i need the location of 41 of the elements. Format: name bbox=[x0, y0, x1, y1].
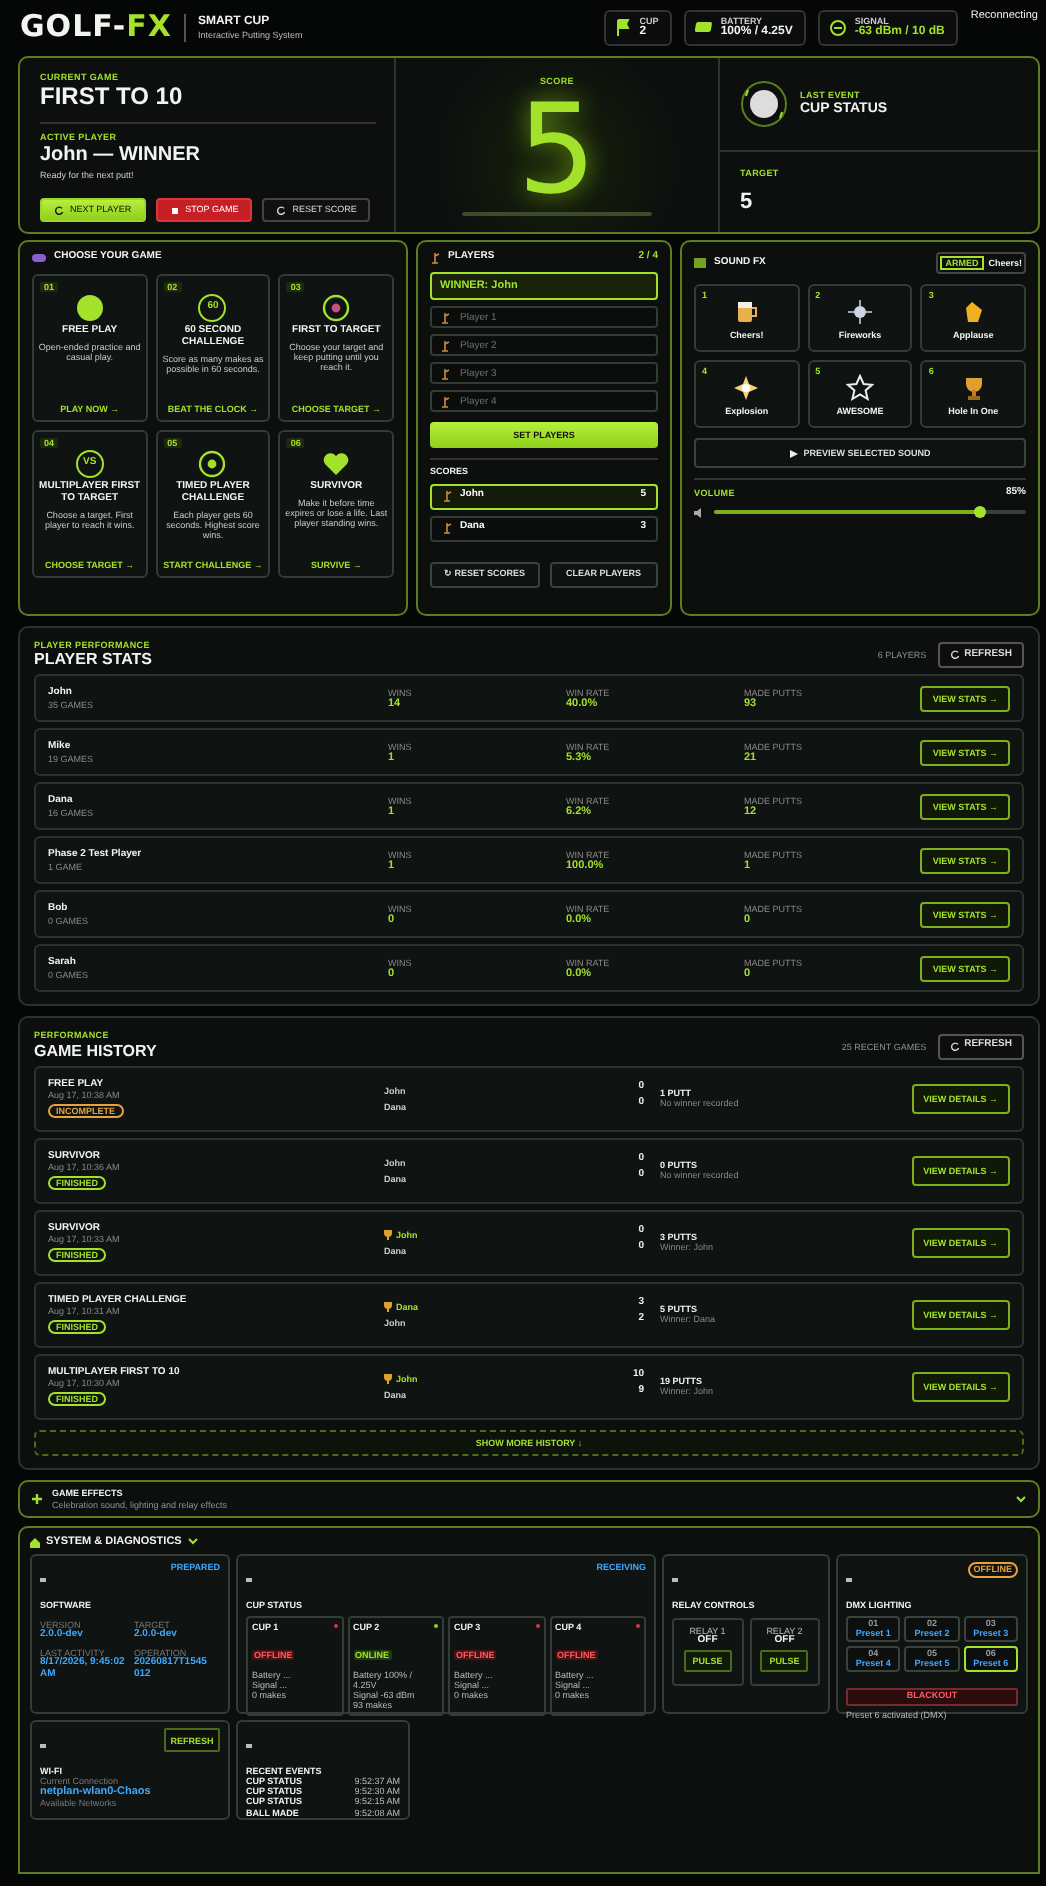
section-title: PLAYER STATS bbox=[34, 650, 152, 669]
refresh-icon bbox=[54, 205, 64, 215]
slider-thumb[interactable] bbox=[973, 506, 986, 519]
golfer-icon bbox=[440, 395, 450, 407]
signal-icon bbox=[828, 18, 849, 38]
gamepad-icon bbox=[32, 252, 46, 264]
golfer-icon bbox=[442, 522, 452, 535]
burst-icon bbox=[845, 297, 874, 326]
battery-icon bbox=[694, 18, 715, 38]
trophy-icon bbox=[384, 1373, 392, 1384]
golfer-icon bbox=[442, 490, 452, 503]
mug-icon bbox=[732, 297, 761, 326]
speaker-grid-icon bbox=[694, 258, 706, 269]
flag-icon bbox=[613, 18, 634, 38]
current-game: FIRST TO 10 bbox=[40, 84, 185, 112]
golf-ball-icon bbox=[740, 80, 788, 128]
refresh-icon bbox=[950, 1041, 961, 1052]
golfer-icon bbox=[430, 252, 440, 264]
golfer-icon bbox=[440, 367, 450, 379]
star-icon bbox=[845, 373, 874, 402]
section-title: GAME HISTORY bbox=[34, 1041, 157, 1060]
stopwatch-icon bbox=[198, 450, 227, 478]
trophy-icon bbox=[384, 1229, 392, 1240]
logo: GOLF-FX bbox=[20, 10, 172, 46]
speaker-icon bbox=[694, 507, 704, 518]
trophy-icon bbox=[384, 1301, 392, 1312]
play-icon bbox=[789, 449, 798, 458]
refresh-icon bbox=[276, 205, 287, 215]
ball-icon bbox=[75, 294, 104, 322]
target-value: 5 bbox=[740, 190, 755, 216]
heart-icon bbox=[322, 450, 351, 478]
golfer-icon bbox=[440, 311, 450, 323]
golfer-icon bbox=[440, 339, 450, 351]
home-icon bbox=[30, 1537, 40, 1548]
target-icon bbox=[322, 294, 351, 322]
plus-icon bbox=[32, 1494, 42, 1505]
refresh-icon bbox=[950, 650, 961, 661]
score-value: 5 bbox=[517, 94, 597, 206]
spark-icon bbox=[732, 373, 761, 402]
active-player: John — WINNER bbox=[40, 144, 202, 168]
stop-icon bbox=[169, 205, 180, 215]
